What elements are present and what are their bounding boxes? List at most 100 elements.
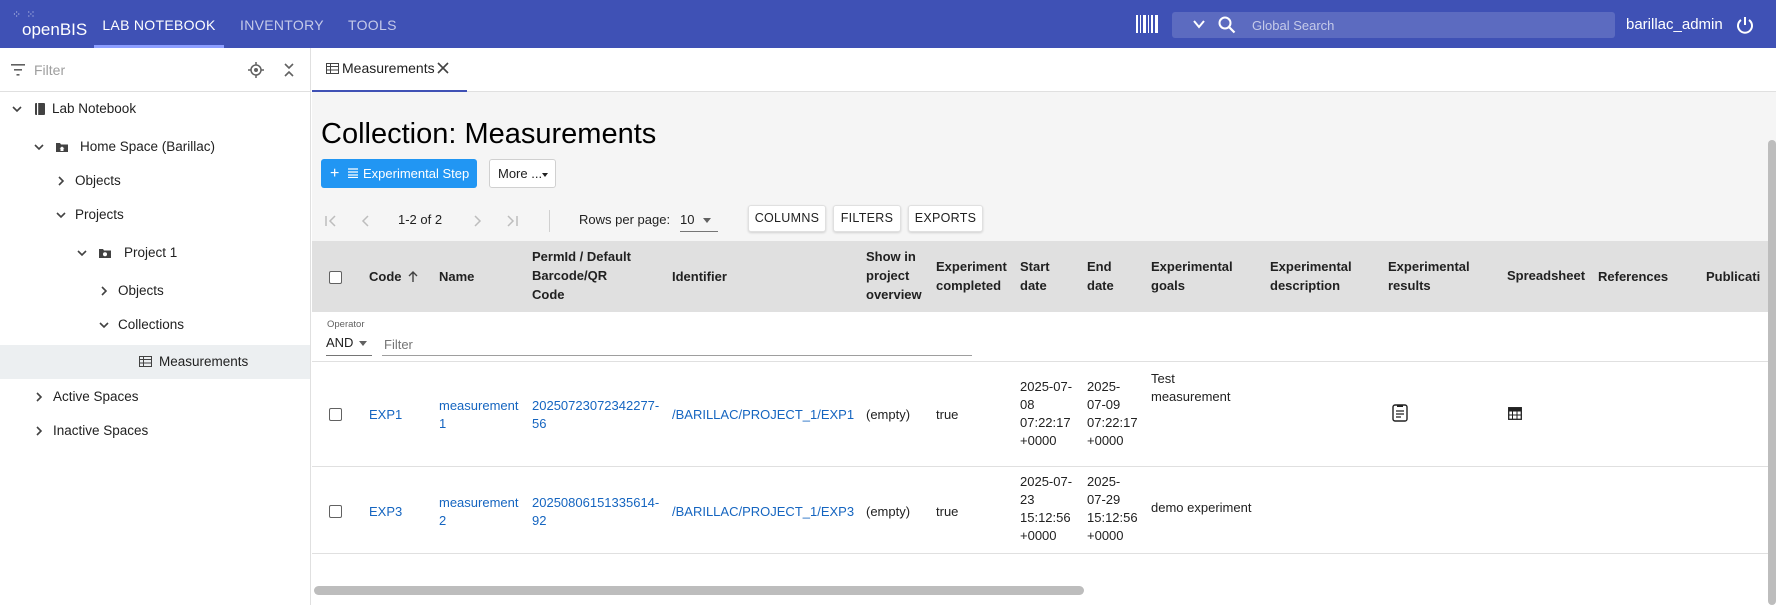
cell-permid-link[interactable]: 20250806151335614- 92: [532, 494, 659, 530]
global-search[interactable]: [1172, 12, 1615, 38]
column-header-identifier[interactable]: Identifier: [672, 267, 727, 286]
locate-icon[interactable]: [248, 62, 264, 78]
cell-name-link[interactable]: measurement 1: [439, 397, 518, 433]
user-name[interactable]: barillac_admin: [1626, 16, 1723, 33]
cell-permid-link[interactable]: 20250723072342277- 56: [532, 397, 659, 433]
barcode-icon[interactable]: [1136, 15, 1158, 33]
collapse-all-icon[interactable]: [282, 62, 296, 78]
tree-item-label: Objects: [118, 283, 164, 298]
column-header-end-date[interactable]: End date: [1087, 257, 1114, 295]
header-line: End: [1087, 259, 1112, 274]
openbis-logo[interactable]: ⁘ ⁙ openBIS: [8, 6, 88, 42]
cell-name-link[interactable]: measurement 2: [439, 494, 518, 530]
cell-code-link[interactable]: EXP1: [369, 406, 402, 424]
horizontal-scrollbar[interactable]: [314, 586, 1084, 595]
global-column-filter-input[interactable]: [382, 334, 972, 356]
cell-line: 2025-07-: [1020, 379, 1073, 394]
next-page-icon[interactable]: [470, 214, 484, 228]
document-tab-bar: Measurements: [312, 48, 1776, 92]
cell-line: 92: [532, 513, 547, 528]
tree-item-active-spaces[interactable]: Active Spaces: [0, 380, 310, 414]
column-header-name[interactable]: Name: [439, 267, 474, 286]
nav-tab-lab-notebook[interactable]: LAB NOTEBOOK: [94, 0, 224, 48]
columns-button[interactable]: COLUMNS: [748, 205, 826, 232]
cell-line: 56: [532, 416, 547, 431]
cell-identifier-link[interactable]: /BARILLAC/PROJECT_1/EXP3: [672, 503, 854, 521]
operator-select[interactable]: AND: [326, 332, 372, 356]
tab-measurements[interactable]: Measurements: [312, 48, 467, 92]
tree-item-collections[interactable]: Collections: [0, 308, 310, 342]
logout-power-icon[interactable]: [1736, 16, 1754, 34]
tree-item-measurements[interactable]: Measurements: [0, 345, 310, 379]
tree-item-project-objects[interactable]: Objects: [0, 274, 310, 308]
tree-item-label: Home Space (Barillac): [80, 139, 216, 154]
tree-item-project-1[interactable]: Project 1: [0, 236, 310, 270]
first-page-icon[interactable]: [324, 214, 338, 228]
last-page-icon[interactable]: [505, 214, 519, 228]
chevron-down-icon[interactable]: [98, 319, 110, 331]
column-header-references[interactable]: References: [1598, 267, 1668, 286]
tree-item-objects[interactable]: Objects: [0, 164, 310, 198]
caret-down-icon: [359, 341, 367, 346]
close-icon[interactable]: [436, 61, 450, 75]
row-checkbox[interactable]: [329, 408, 342, 421]
previous-page-icon[interactable]: [359, 214, 373, 228]
cell-line: 07-09: [1087, 397, 1121, 412]
column-header-label: Code: [369, 269, 402, 284]
column-header-experimental-results[interactable]: Experimental results: [1388, 257, 1470, 295]
column-header-start-date[interactable]: Start date: [1020, 257, 1050, 295]
cell-code-link[interactable]: EXP3: [369, 503, 402, 521]
select-all-checkbox[interactable]: [329, 271, 342, 284]
tree-item-inactive-spaces[interactable]: Inactive Spaces: [0, 414, 310, 448]
nav-tab-tools[interactable]: TOOLS: [348, 0, 397, 48]
tree-item-home-space[interactable]: Home Space (Barillac): [0, 130, 310, 164]
rows-per-page-select[interactable]: 10: [680, 206, 718, 232]
chevron-right-icon[interactable]: [33, 425, 45, 437]
nav-tab-inventory[interactable]: INVENTORY: [240, 0, 324, 48]
chevron-down-icon[interactable]: [55, 209, 67, 221]
chevron-right-icon[interactable]: [33, 391, 45, 403]
table-row[interactable]: EXP1 measurement 1 20250723072342277- 56…: [312, 362, 1776, 467]
cell-identifier-link[interactable]: /BARILLAC/PROJECT_1/EXP1: [672, 406, 854, 424]
cell-line: 15:12:56: [1020, 510, 1071, 525]
document-icon[interactable]: [1392, 404, 1408, 422]
column-header-spreadsheet[interactable]: Spreadsheet: [1507, 266, 1585, 285]
cell-experiment-completed: true: [936, 407, 959, 422]
column-header-code[interactable]: Code: [369, 267, 418, 286]
vertical-scrollbar[interactable]: [1768, 140, 1776, 605]
column-header-publications[interactable]: Publicati: [1706, 267, 1760, 286]
exports-button[interactable]: EXPORTS: [908, 205, 983, 232]
global-search-input[interactable]: [1252, 12, 1602, 38]
tree-item-label: Lab Notebook: [52, 101, 137, 116]
spreadsheet-icon[interactable]: [1508, 407, 1522, 420]
cell-line: 1: [439, 416, 447, 431]
header-line: project: [866, 268, 910, 283]
chevron-right-icon[interactable]: [98, 285, 110, 297]
table-row[interactable]: EXP3 measurement 2 20250806151335614- 92…: [312, 467, 1776, 554]
operator-label: Operator: [327, 319, 365, 330]
tree-item-projects[interactable]: Projects: [0, 198, 310, 232]
row-checkbox[interactable]: [329, 505, 342, 518]
more-menu-button[interactable]: More ...: [489, 159, 556, 188]
chevron-down-icon[interactable]: [1192, 17, 1206, 31]
cell-end-date: 2025- 07-29 15:12:56 +0000: [1087, 473, 1138, 545]
tree-item-lab-notebook[interactable]: Lab Notebook: [0, 92, 310, 126]
column-header-experimental-description[interactable]: Experimental description: [1270, 257, 1352, 295]
navigation-sidebar: Lab Notebook Home Space (Barillac) Objec…: [0, 48, 311, 605]
chevron-right-icon[interactable]: [55, 175, 67, 187]
chevron-down-icon[interactable]: [33, 141, 45, 153]
header-line: Show in: [866, 249, 916, 264]
column-header-experiment-completed[interactable]: Experiment completed: [936, 257, 1007, 295]
column-header-experimental-goals[interactable]: Experimental goals: [1151, 257, 1233, 295]
column-header-show-in-overview[interactable]: Show in project overview: [866, 247, 922, 304]
content-area: Measurements Collection: Measurements + …: [312, 48, 1776, 605]
column-header-permid[interactable]: PermId / Default Barcode/QR Code: [532, 247, 631, 304]
sort-ascending-icon[interactable]: [407, 270, 419, 283]
sidebar-filter-input[interactable]: [34, 60, 234, 80]
tab-label: Measurements: [342, 60, 435, 76]
chevron-down-icon[interactable]: [11, 103, 23, 115]
add-experimental-step-button[interactable]: + Experimental Step: [321, 159, 477, 188]
filters-button[interactable]: FILTERS: [833, 205, 901, 232]
header-line: overview: [866, 287, 922, 302]
chevron-down-icon[interactable]: [76, 247, 88, 259]
